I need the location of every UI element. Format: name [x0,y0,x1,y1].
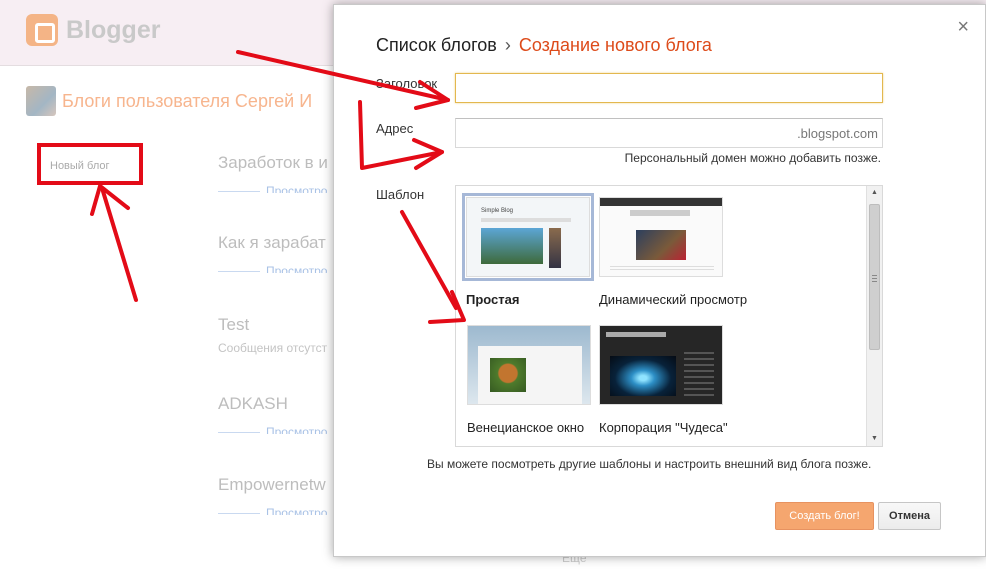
template-picture-window[interactable]: Венецианское окно [467,325,591,435]
blog-list-item[interactable]: Test Сообщения отсутст [218,315,333,355]
blog-views-link[interactable]: Просмотро [266,506,327,515]
domain-hint: Персональный домен можно добавить позже. [624,151,881,165]
annotation-arrow [100,186,138,302]
create-blog-dialog: × Список блогов › Создание нового блога За… [333,4,986,557]
blog-status: Сообщения отсутст [218,341,328,355]
template-name[interactable]: Динамический просмотр [599,292,747,307]
blog-list-item[interactable]: Заработок в и Просмотро [218,153,333,193]
views-sparkline [218,504,260,514]
create-blog-button[interactable]: Создать блог! [775,502,874,530]
blog-views-link[interactable]: Просмотро [266,264,327,273]
address-suffix: .blogspot.com [797,126,878,141]
title-input[interactable] [455,73,883,103]
templates-hint: Вы можете посмотреть другие шаблоны и на… [427,457,872,471]
template-thumbnail[interactable] [599,197,723,277]
app-name: Blogger [66,15,161,44]
blog-list-item[interactable]: Как я зарабат Просмотро [218,233,333,273]
scroll-up-icon[interactable]: ▲ [867,186,882,200]
address-field[interactable]: .blogspot.com [455,118,883,148]
cancel-button[interactable]: Отмена [878,502,941,530]
template-label: Шаблон [376,187,425,202]
template-thumbnail[interactable] [599,325,723,405]
template-awesome-inc[interactable]: Корпорация "Чудеса" [599,325,728,435]
breadcrumb-separator: › [504,35,511,55]
blog-name[interactable]: ADKASH [218,394,333,414]
views-sparkline [218,182,260,192]
template-name[interactable]: Венецианское окно [467,420,591,435]
address-input[interactable] [456,119,786,147]
blog-name[interactable]: Заработок в и [218,153,333,173]
address-label: Адрес [376,121,414,136]
template-name[interactable]: Корпорация "Чудеса" [599,420,728,435]
blog-name[interactable]: Empowernetw [218,475,333,495]
avatar [26,86,56,116]
user-blogs-title: Блоги пользователя Сергей И [62,90,313,111]
scroll-thumb[interactable] [869,204,880,350]
blog-list-item[interactable]: ADKASH Просмотро [218,394,333,434]
arrow-head-icon [90,184,130,216]
blog-views-link[interactable]: Просмотро [266,184,327,193]
template-scrollbar[interactable]: ▲ ▼ [866,186,882,446]
annotation-highlight-box [37,143,143,185]
template-picker[interactable]: Simple Blog Простая Динамический просмот… [455,185,883,447]
scroll-down-icon[interactable]: ▼ [867,432,882,446]
blogger-logo-icon [26,14,58,46]
blog-list-item[interactable]: Empowernetw Просмотро [218,475,333,515]
blog-views-link[interactable]: Просмотро [266,425,327,434]
template-simple[interactable]: Simple Blog Простая [462,193,594,307]
thumbnail-title: Simple Blog [481,208,514,214]
views-sparkline [218,423,260,433]
blog-name[interactable]: Как я зарабат [218,233,333,253]
title-label: Заголовок [376,76,438,91]
user-row: Блоги пользователя Сергей И [26,86,312,116]
close-icon[interactable]: × [957,17,969,37]
template-thumbnail[interactable]: Simple Blog [462,193,594,281]
views-sparkline [218,262,260,272]
grip-icon [872,275,877,282]
template-dynamic-views[interactable]: Динамический просмотр [599,197,747,307]
blog-name[interactable]: Test [218,315,333,335]
template-name[interactable]: Простая [466,292,590,307]
blogger-logo[interactable]: Blogger [26,14,160,46]
template-thumbnail[interactable] [467,325,591,405]
breadcrumb-current: Создание нового блога [518,35,712,55]
breadcrumb: Список блогов › Создание нового блога [376,35,712,56]
breadcrumb-blog-list[interactable]: Список блогов [376,35,497,55]
